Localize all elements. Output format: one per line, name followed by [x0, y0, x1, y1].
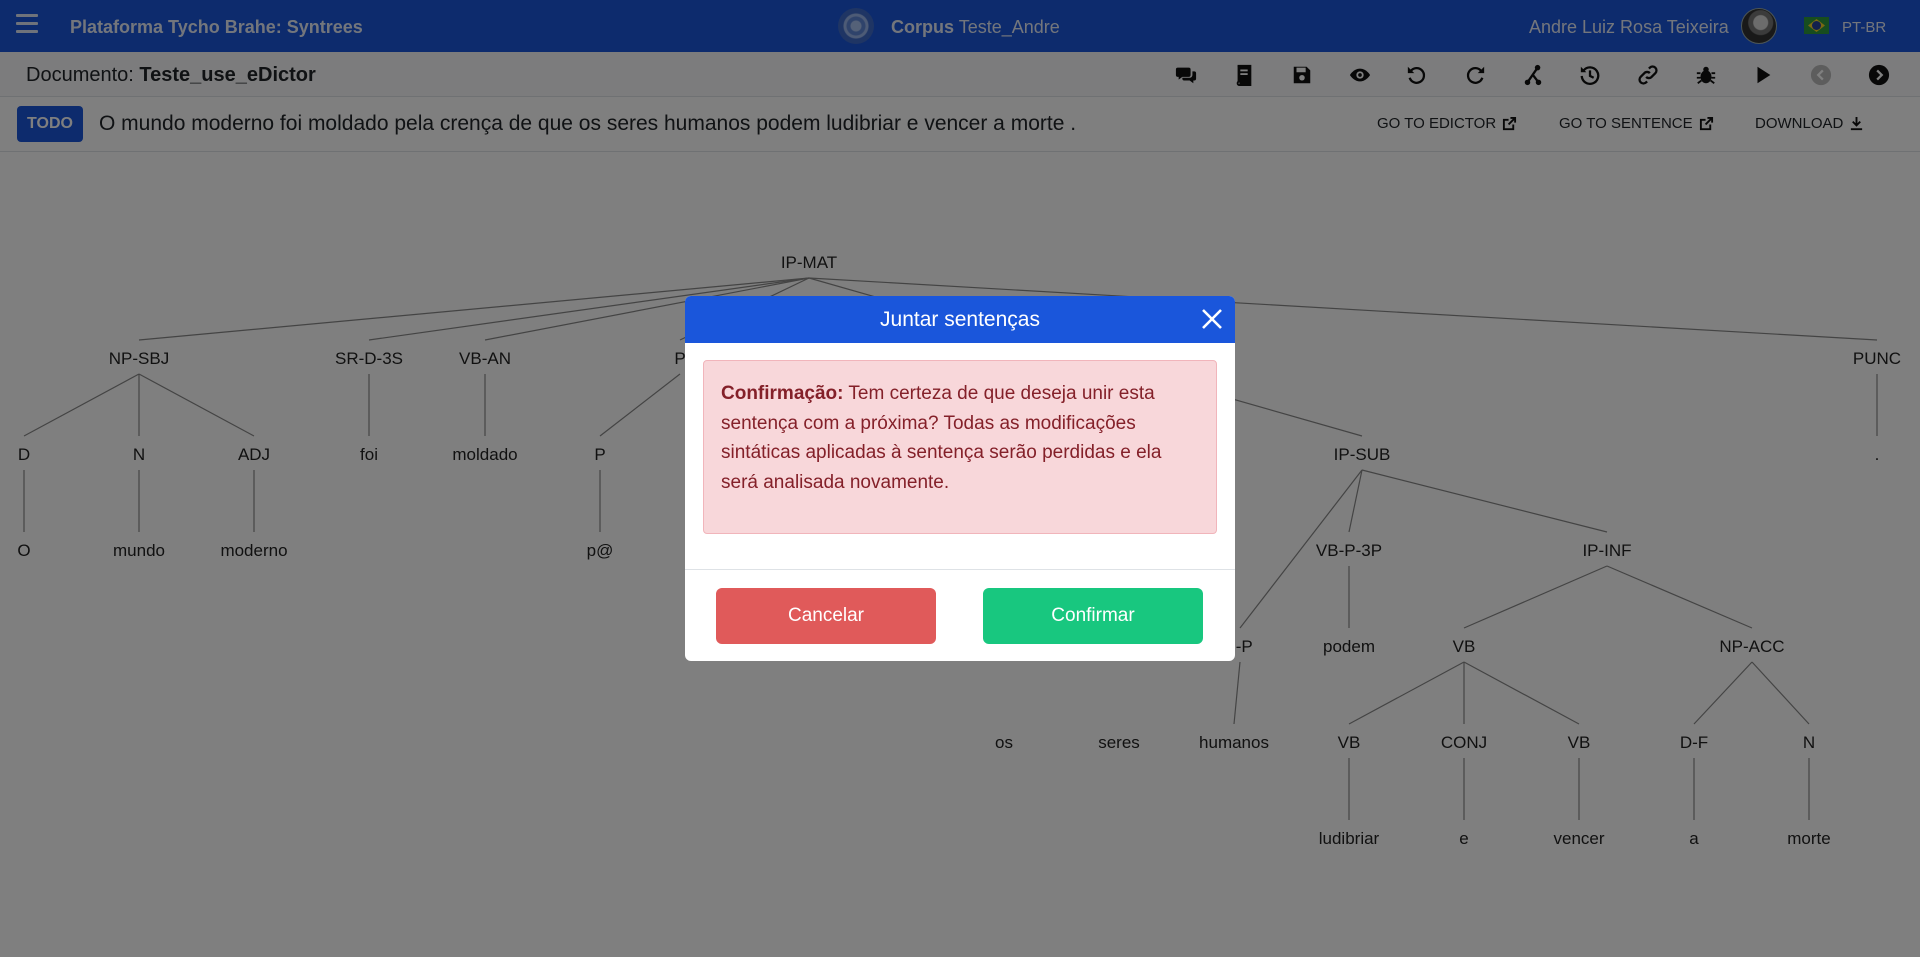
- confirm-button[interactable]: Confirmar: [983, 588, 1203, 644]
- modal-title: Juntar sentenças: [880, 307, 1040, 331]
- confirmation-alert: Confirmação: Tem certeza de que deseja u…: [703, 360, 1217, 534]
- modal-divider: [685, 569, 1235, 570]
- modal-header: Juntar sentenças: [685, 296, 1235, 343]
- alert-strong: Confirmação:: [721, 383, 844, 404]
- cancel-button[interactable]: Cancelar: [716, 588, 936, 644]
- close-icon[interactable]: [1199, 306, 1225, 332]
- join-sentences-dialog: Juntar sentenças Confirmação: Tem certez…: [685, 296, 1235, 661]
